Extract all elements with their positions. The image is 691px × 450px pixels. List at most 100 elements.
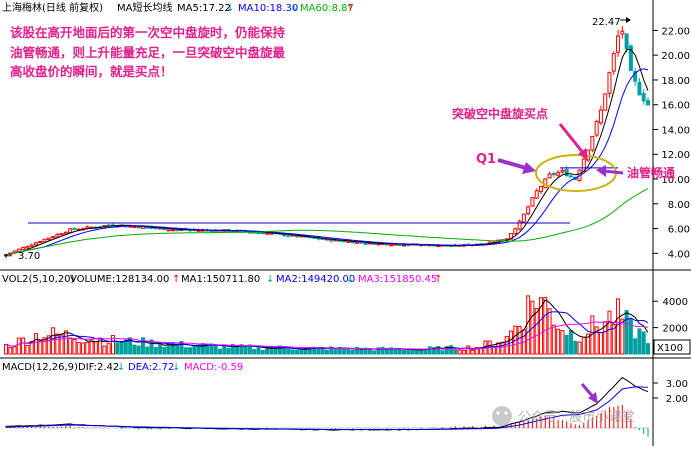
main-header: 上海梅林(日线 前复权) MA短长均线 MA5:17.22 ↓ MA10:18.… xyxy=(2,1,354,14)
vol-ma3-readout: MA3:151850.45 xyxy=(358,274,437,285)
vol-ma1-down-arrow-icon: ↓ xyxy=(266,274,274,285)
chart-stage: 4.00 6.00 8.00 10.00 12.00 14.00 16.00 18.00 20.… xyxy=(0,0,691,446)
candle-body xyxy=(556,172,561,176)
candle-body xyxy=(517,220,522,230)
volume-bar xyxy=(192,344,197,355)
volume-bar xyxy=(333,348,338,355)
candle-body xyxy=(637,81,642,96)
volume-bar xyxy=(286,348,291,355)
macd-tick-label: 3.00 xyxy=(666,379,688,390)
volume-bar xyxy=(325,349,329,355)
candle-body xyxy=(539,185,543,192)
candle-body xyxy=(397,244,402,247)
candle-body xyxy=(166,229,171,232)
candle-body xyxy=(611,53,616,72)
breakout-label: 突破空中盘旋买点 xyxy=(452,106,548,121)
price-tick-label: 22.00 xyxy=(661,26,690,37)
volume-bar xyxy=(393,349,398,355)
volume-bar xyxy=(252,348,257,355)
candle-body xyxy=(25,246,30,249)
candle-body xyxy=(46,237,51,240)
main-study: MA短长均线 xyxy=(117,1,172,14)
volume-bar xyxy=(4,343,8,355)
candle-body xyxy=(38,241,43,244)
volume-bar xyxy=(256,345,261,355)
wechat-icon-eye-left xyxy=(496,411,500,415)
volume-bar xyxy=(402,349,407,355)
candle-body xyxy=(354,241,359,244)
volume-bar xyxy=(213,344,218,355)
volume-bar xyxy=(427,346,432,355)
volume-bar xyxy=(209,343,214,355)
wechat-icon-eye-right xyxy=(504,411,508,415)
candle-body xyxy=(624,33,629,49)
volume-bar xyxy=(551,324,556,355)
candle-body xyxy=(42,238,47,243)
volume-bar xyxy=(59,334,64,355)
vol-tick-label: 4000 xyxy=(663,297,688,308)
volume-bar xyxy=(106,343,111,355)
candle-body xyxy=(646,100,650,106)
volume-bar xyxy=(102,345,107,355)
volume-bar xyxy=(637,328,642,355)
volume-bar xyxy=(290,349,295,355)
ma60-up-arrow-icon: ↑ xyxy=(346,3,354,14)
candle-body xyxy=(564,169,569,177)
volume-bar xyxy=(93,341,98,355)
volume-up-arrow-icon: ↑ xyxy=(172,274,180,285)
vol-header: VOL2(5,10,20) VOLUME:128134.00 ↑ MA1:150… xyxy=(2,274,442,285)
note-line-2: 油管畅通，则上升能量充足，一旦突破空中盘旋最 xyxy=(10,45,286,60)
volume-bar xyxy=(646,343,650,355)
volume-bar xyxy=(564,334,569,355)
volume-bar xyxy=(68,337,73,355)
price-tick-label: 16.00 xyxy=(661,101,690,112)
volume-bar xyxy=(440,350,445,355)
candle-body xyxy=(175,229,180,232)
volume-bar xyxy=(12,346,17,355)
volume-bar xyxy=(500,341,505,355)
volume-bar xyxy=(72,338,77,355)
volume-bar xyxy=(38,340,43,355)
price-tick-label: 20.00 xyxy=(661,51,690,62)
vol-ma2-readout: MA2:149420.00 xyxy=(276,274,355,285)
candle-body xyxy=(51,236,56,239)
volume-bar xyxy=(410,350,415,355)
volume-bar xyxy=(175,344,180,355)
x100-label: X100 xyxy=(657,343,683,354)
volume-bar xyxy=(226,347,231,355)
volume-bar xyxy=(188,347,193,355)
volume-bar xyxy=(406,349,411,355)
volume-bar xyxy=(496,342,501,355)
macd-title: MACD(12,26,9) xyxy=(2,362,78,373)
candle-body xyxy=(603,93,608,111)
volume-bar xyxy=(397,348,402,355)
macd-readout: MACD:-0.59 xyxy=(184,362,243,373)
candle-body xyxy=(526,206,531,215)
price-tick-label: 6.00 xyxy=(668,225,690,236)
pipeline-label: 油管畅通 xyxy=(627,165,675,180)
candle-body xyxy=(607,72,612,94)
volume-bar xyxy=(162,346,167,355)
wechat-icon xyxy=(492,406,512,426)
volume-bar xyxy=(534,307,539,355)
candle-body xyxy=(363,242,368,245)
volume-bar xyxy=(51,327,56,355)
low-label: 3.70 xyxy=(18,251,40,262)
high-label: 22.47 xyxy=(592,17,621,28)
volume-bar xyxy=(556,328,561,355)
main-title: 上海梅林(日线 前复权) xyxy=(2,1,103,14)
volume-bar xyxy=(359,349,364,355)
dif-down-arrow-icon: ↓ xyxy=(117,362,125,373)
candle-body xyxy=(598,109,603,124)
volume-bar xyxy=(367,348,372,355)
candle-body xyxy=(500,239,505,242)
volume-bar xyxy=(295,349,300,355)
volume-readout: VOLUME:128134.00 xyxy=(70,274,169,285)
volume-bar xyxy=(616,298,621,355)
candle-body xyxy=(389,244,394,247)
volume-bar xyxy=(470,349,475,355)
volume-bar xyxy=(119,341,124,355)
candle-body xyxy=(346,240,351,243)
volume-bar xyxy=(123,339,128,355)
volume-bar xyxy=(85,341,90,355)
